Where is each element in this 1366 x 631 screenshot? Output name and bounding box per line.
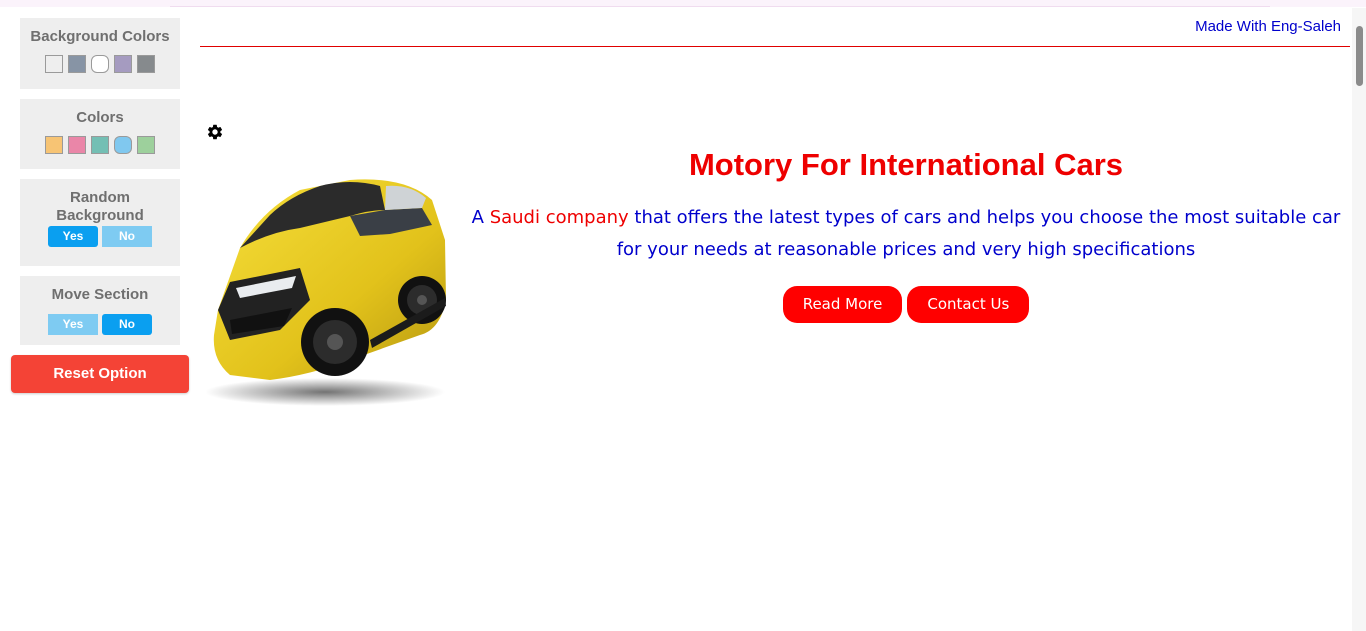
vertical-scrollbar[interactable] [1352,8,1366,631]
move-section-title: Move Section [51,286,149,303]
car-image [200,170,450,410]
background-color-swatches [20,55,180,73]
color-swatch-1[interactable] [45,136,63,154]
contact-us-button[interactable]: Contact Us [907,286,1030,323]
random-background-yes-button[interactable]: Yes [48,226,98,247]
color-swatch-5[interactable] [137,136,155,154]
color-swatch-4[interactable] [114,136,132,154]
bg-swatch-1[interactable] [45,55,63,73]
color-swatch-3[interactable] [91,136,109,154]
move-section-option: Move Section Yes No [20,276,180,345]
bg-swatch-3[interactable] [91,55,109,73]
credit-text: Made With Eng-Saleh [1195,18,1341,35]
bg-swatch-4[interactable] [114,55,132,73]
settings-panel: Background Colors Colors Random Backgrou… [0,0,200,631]
colors-option: Colors [20,99,180,169]
hero-description: A Saudi company that offers the latest t… [460,202,1352,266]
background-colors-title: Background Colors [30,28,170,45]
browser-top-strip [0,0,1366,7]
random-background-title-2: Background [56,207,144,224]
bg-swatch-5[interactable] [137,55,155,73]
hero-section: Motory For International Cars A Saudi co… [460,143,1352,323]
colors-title: Colors [76,109,124,126]
gear-icon[interactable] [206,123,224,141]
hero-desc-prefix: A [471,207,490,228]
top-divider [170,6,1270,7]
bg-swatch-2[interactable] [68,55,86,73]
hero-buttons: Read More Contact Us [460,286,1352,323]
read-more-button[interactable]: Read More [782,286,903,323]
random-background-no-button[interactable]: No [102,226,152,247]
scrollbar-thumb[interactable] [1356,26,1363,86]
move-section-yes-button[interactable]: Yes [48,314,98,335]
page-header: Made With Eng-Saleh [200,8,1350,47]
hero-desc-rest: that offers the latest types of cars and… [616,207,1341,260]
color-swatches [20,136,180,154]
hero-desc-highlight: Saudi company [489,207,629,228]
hero-title: Motory For International Cars [688,147,1124,182]
random-background-title-1: Random [70,189,130,206]
random-background-toggle: Yes No [20,226,180,247]
color-swatch-2[interactable] [68,136,86,154]
random-background-option: Random Background Yes No [20,179,180,266]
reset-option-button[interactable]: Reset Option [11,355,189,393]
move-section-no-button[interactable]: No [102,314,152,335]
move-section-toggle: Yes No [20,314,180,335]
background-colors-option: Background Colors [20,18,180,89]
